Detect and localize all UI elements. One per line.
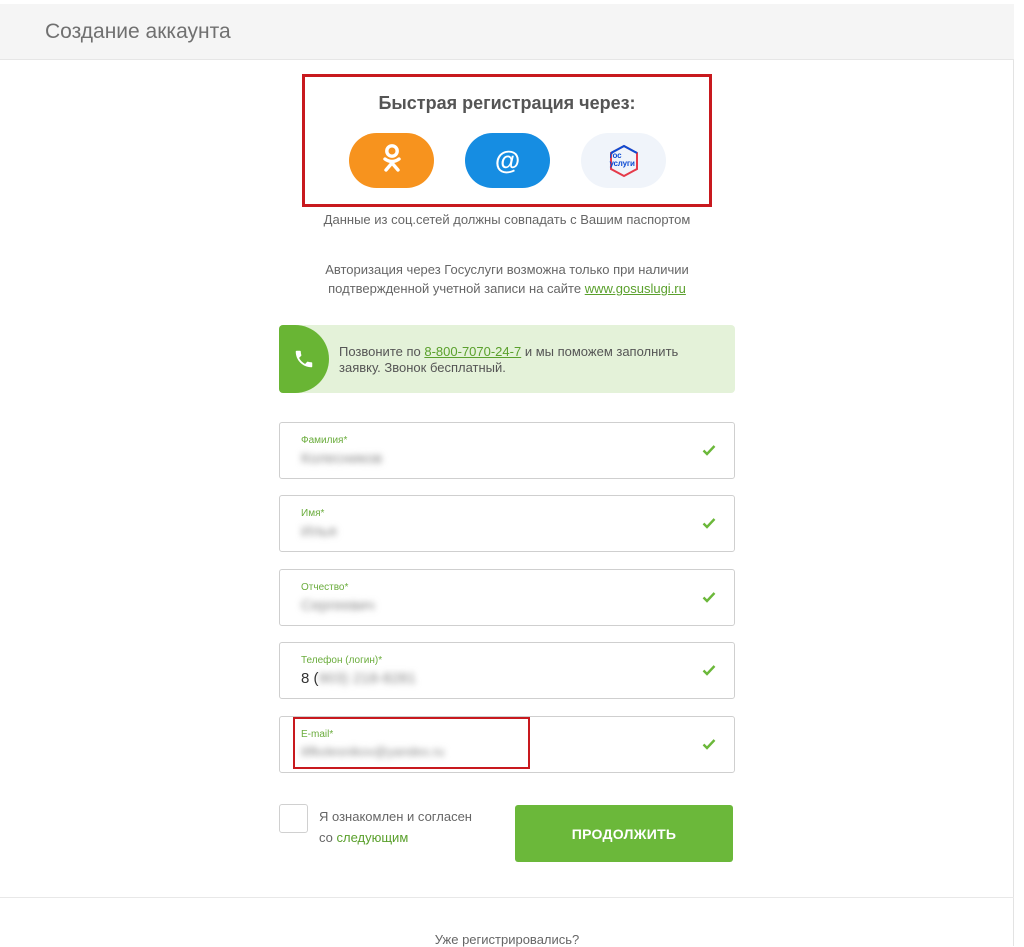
last-name-label: Фамилия* [301,435,348,446]
first-name-value: Илья [301,523,337,540]
mail-at-icon: @ [494,145,521,175]
check-icon [702,516,716,534]
page-header: Создание аккаунта [0,4,1014,60]
hotline-phone-link[interactable]: 8-800-7070-24-7 [424,344,521,359]
odnoklassniki-icon [381,143,403,178]
phone-value: 8 (903) 218-8281 [301,670,417,687]
last-name-field[interactable]: Фамилия* Колесников [279,422,735,479]
page-title: Создание аккаунта [45,20,231,43]
terms-link[interactable]: следующим [337,830,409,845]
continue-button[interactable]: ПРОДОЛЖИТЬ [515,805,733,862]
patronymic-field[interactable]: Отчество* Сергеевич [279,569,735,626]
call-banner: Позвоните по 8-800-7070-24-7 и мы поможе… [279,325,735,393]
email-highlight-frame [293,717,530,769]
social-data-note: Данные из соц.сетей должны совпадать с В… [323,212,691,227]
check-icon [702,590,716,608]
gosuslugi-button[interactable]: гос услуги [581,133,666,188]
quick-registration-title: Быстрая регистрация через: [378,93,636,113]
patronymic-value: Сергеевич [301,597,375,614]
already-registered-link[interactable]: Уже регистрировались? [0,932,1014,947]
gosuslugi-note: Авторизация через Госуслуги возможна тол… [325,262,689,296]
check-icon [702,443,716,461]
check-icon [702,663,716,681]
phone-label: Телефон (логин)* [301,655,383,666]
agree-text: Я ознакомлен и согласен со следующим [319,809,472,845]
call-banner-text: Позвоните по 8-800-7070-24-7 и мы поможе… [339,344,679,375]
last-name-value: Колесников [301,450,383,467]
gosuslugi-icon: гос услуги [607,144,641,178]
first-name-field[interactable]: Имя* Илья [279,495,735,552]
phone-field[interactable]: Телефон (логин)* 8 (903) 218-8281 [279,642,735,699]
quick-registration-box: Быстрая регистрация через: @ гос услуги [302,74,712,207]
check-icon [702,737,716,755]
patronymic-label: Отчество* [301,582,349,593]
phone-icon [279,325,329,393]
footer-divider [0,897,1014,898]
first-name-label: Имя* [301,508,325,519]
odnoklassniki-button[interactable] [349,133,434,188]
mail-ru-button[interactable]: @ [465,133,550,188]
agree-checkbox[interactable] [279,804,308,833]
gosuslugi-link[interactable]: www.gosuslugi.ru [585,281,686,296]
